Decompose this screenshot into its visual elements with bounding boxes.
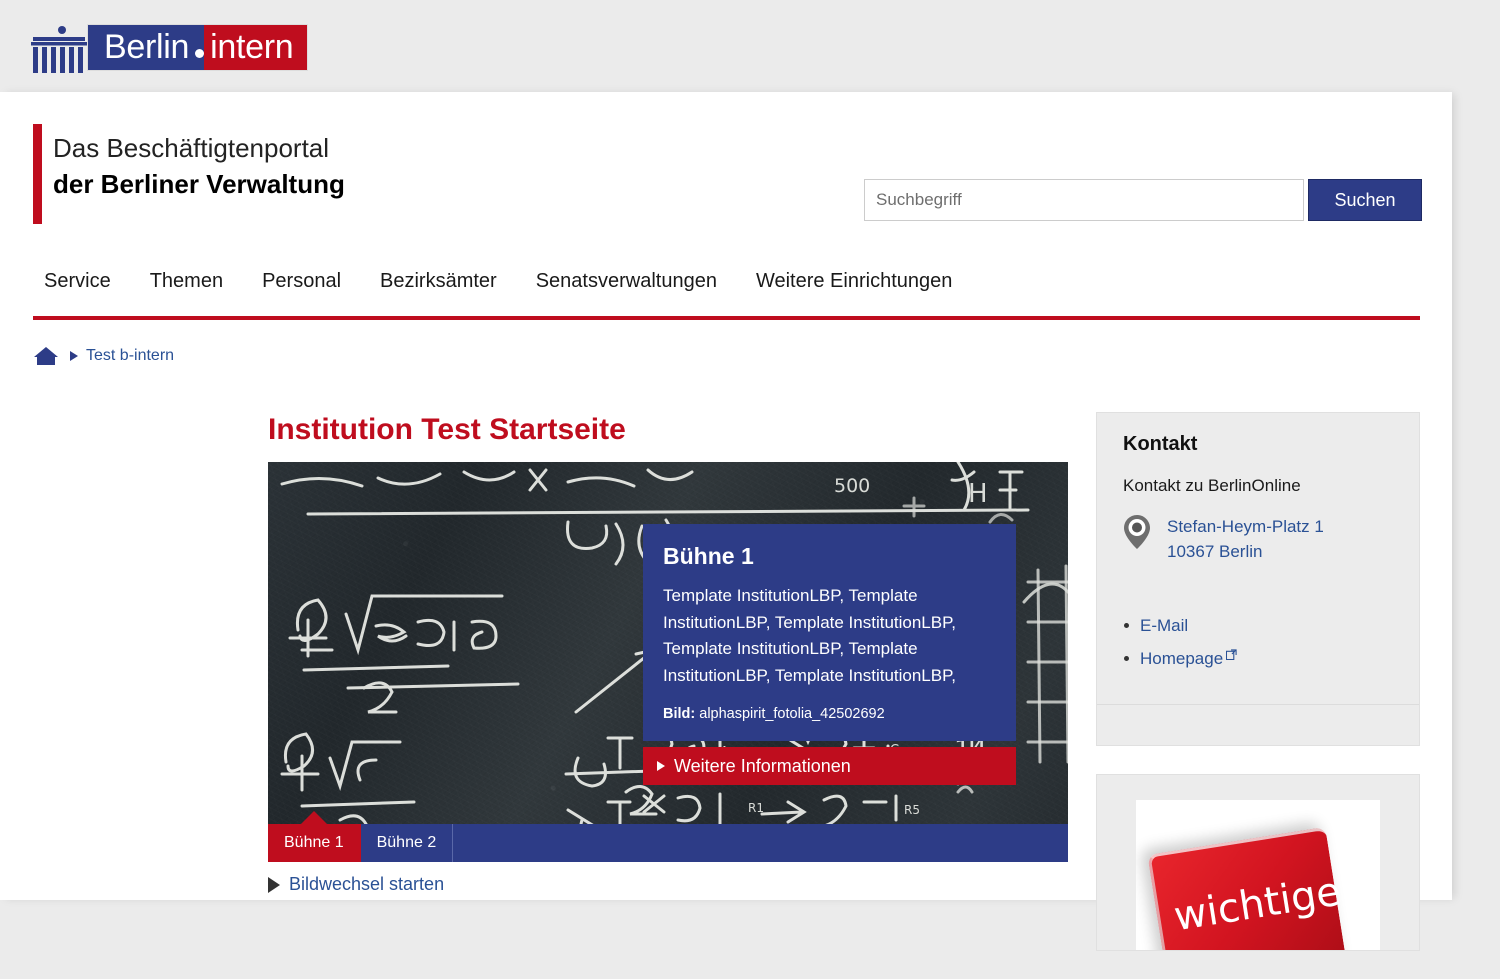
nav-item-bezirksaemter[interactable]: Bezirksämter — [380, 264, 497, 298]
nav-item-senatsverwaltungen[interactable]: Senatsverwaltungen — [536, 264, 717, 298]
promo-card[interactable]: wichtige — [1096, 774, 1420, 951]
sticker-text: wichtige — [1170, 868, 1344, 941]
triangle-right-icon — [70, 351, 78, 361]
nav-item-themen[interactable]: Themen — [150, 264, 223, 298]
page-container: Das Beschäftigtenportal der Berliner Ver… — [0, 92, 1452, 951]
logo-wordmark: Berlin intern — [88, 25, 308, 70]
home-icon — [34, 347, 58, 365]
page-title-block: Das Beschäftigtenportal der Berliner Ver… — [53, 130, 345, 202]
contact-homepage-link[interactable]: Homepage — [1140, 649, 1223, 668]
list-item: E-Mail — [1123, 612, 1393, 639]
breadcrumb: Test b-intern — [33, 345, 174, 367]
hero-credit-value: alphaspirit_fotolia_42502692 — [699, 706, 885, 722]
triangle-right-icon — [657, 761, 665, 771]
nav-item-weitere-einrichtungen[interactable]: Weitere Einrichtungen — [756, 264, 952, 298]
slideshow-start-link[interactable]: Bildwechsel starten — [289, 874, 444, 895]
search-submit-button[interactable]: Suchen — [1308, 179, 1422, 221]
contact-subtitle: Kontakt zu BerlinOnline — [1123, 476, 1301, 495]
sidebar: Kontakt Kontakt zu BerlinOnline Stefan-H… — [1096, 412, 1420, 979]
logo-word-berlin: Berlin — [88, 25, 196, 70]
top-logo-bar: Berlin intern — [0, 0, 1500, 92]
hero-tab-buehne-2[interactable]: Bühne 2 — [361, 824, 454, 862]
hero-tab-buehne-1[interactable]: Bühne 1 — [268, 824, 361, 862]
portal-title-line1: Das Beschäftigtenportal — [53, 133, 330, 163]
list-item: Homepage — [1123, 645, 1393, 672]
main-navigation: Service Themen Personal Bezirksämter Sen… — [33, 264, 1420, 320]
logo-word-intern: intern — [204, 25, 308, 70]
svg-text:H: H — [968, 479, 988, 509]
contact-links: E-Mail Homepage — [1123, 612, 1393, 672]
logo-dot-icon — [195, 25, 205, 70]
slideshow-start[interactable]: Bildwechsel starten — [268, 874, 1068, 895]
svg-text:R1: R1 — [748, 801, 764, 815]
breadcrumb-home-link[interactable] — [33, 346, 59, 366]
search-input[interactable] — [864, 179, 1304, 221]
contact-heading: Kontakt — [1123, 433, 1198, 455]
hero-heading: Bühne 1 — [663, 543, 754, 569]
contact-card: Kontakt Kontakt zu BerlinOnline Stefan-H… — [1096, 412, 1420, 746]
contact-email-link[interactable]: E-Mail — [1140, 616, 1188, 635]
contact-address-line2[interactable]: 10367 Berlin — [1167, 539, 1324, 564]
main-column: Institution Test Startseite H 500 R1 R5 … — [268, 412, 1068, 895]
breadcrumb-current[interactable]: Test b-intern — [86, 347, 174, 365]
hero-credit-label: Bild: — [663, 706, 696, 722]
contact-address-line1[interactable]: Stefan-Heym-Platz 1 — [1167, 514, 1324, 539]
hero-more-info-bar[interactable]: Weitere Informationen — [643, 747, 1016, 785]
hero-tab-bar: Bühne 1 Bühne 2 — [268, 824, 1068, 862]
contact-address: Stefan-Heym-Platz 1 10367 Berlin — [1123, 514, 1393, 564]
hero-more-info-link[interactable]: Weitere Informationen — [674, 756, 851, 777]
nav-item-service[interactable]: Service — [44, 264, 111, 298]
nav-item-personal[interactable]: Personal — [262, 264, 341, 298]
site-header: Das Beschäftigtenportal der Berliner Ver… — [0, 92, 1452, 365]
promo-image: wichtige — [1136, 800, 1380, 950]
search-form: Suchen — [864, 179, 1422, 221]
hero-body-text: Template InstitutionLBP, Template Instit… — [663, 586, 956, 685]
portal-title-line2: der Berliner Verwaltung — [53, 169, 345, 199]
external-link-icon — [1226, 649, 1237, 660]
site-logo[interactable]: Berlin intern — [31, 18, 308, 75]
header-accent-bar — [33, 124, 42, 224]
svg-text:500: 500 — [834, 475, 870, 497]
contact-card-footer — [1097, 704, 1419, 745]
play-triangle-icon — [268, 876, 280, 893]
brandenburg-gate-icon — [31, 21, 91, 75]
sticker-graphic: wichtige — [1147, 826, 1349, 950]
svg-text:R5: R5 — [904, 803, 920, 817]
hero-caption-card: Bühne 1 Template InstitutionLBP, Templat… — [643, 524, 1016, 741]
hero-image-credit: Bild: alphaspirit_fotolia_42502692 — [663, 703, 996, 725]
hero-slider: B A C F F H 500 14 R1 R5 — [268, 462, 1068, 824]
map-pin-icon — [1124, 515, 1150, 549]
page-heading: Institution Test Startseite — [268, 413, 626, 446]
